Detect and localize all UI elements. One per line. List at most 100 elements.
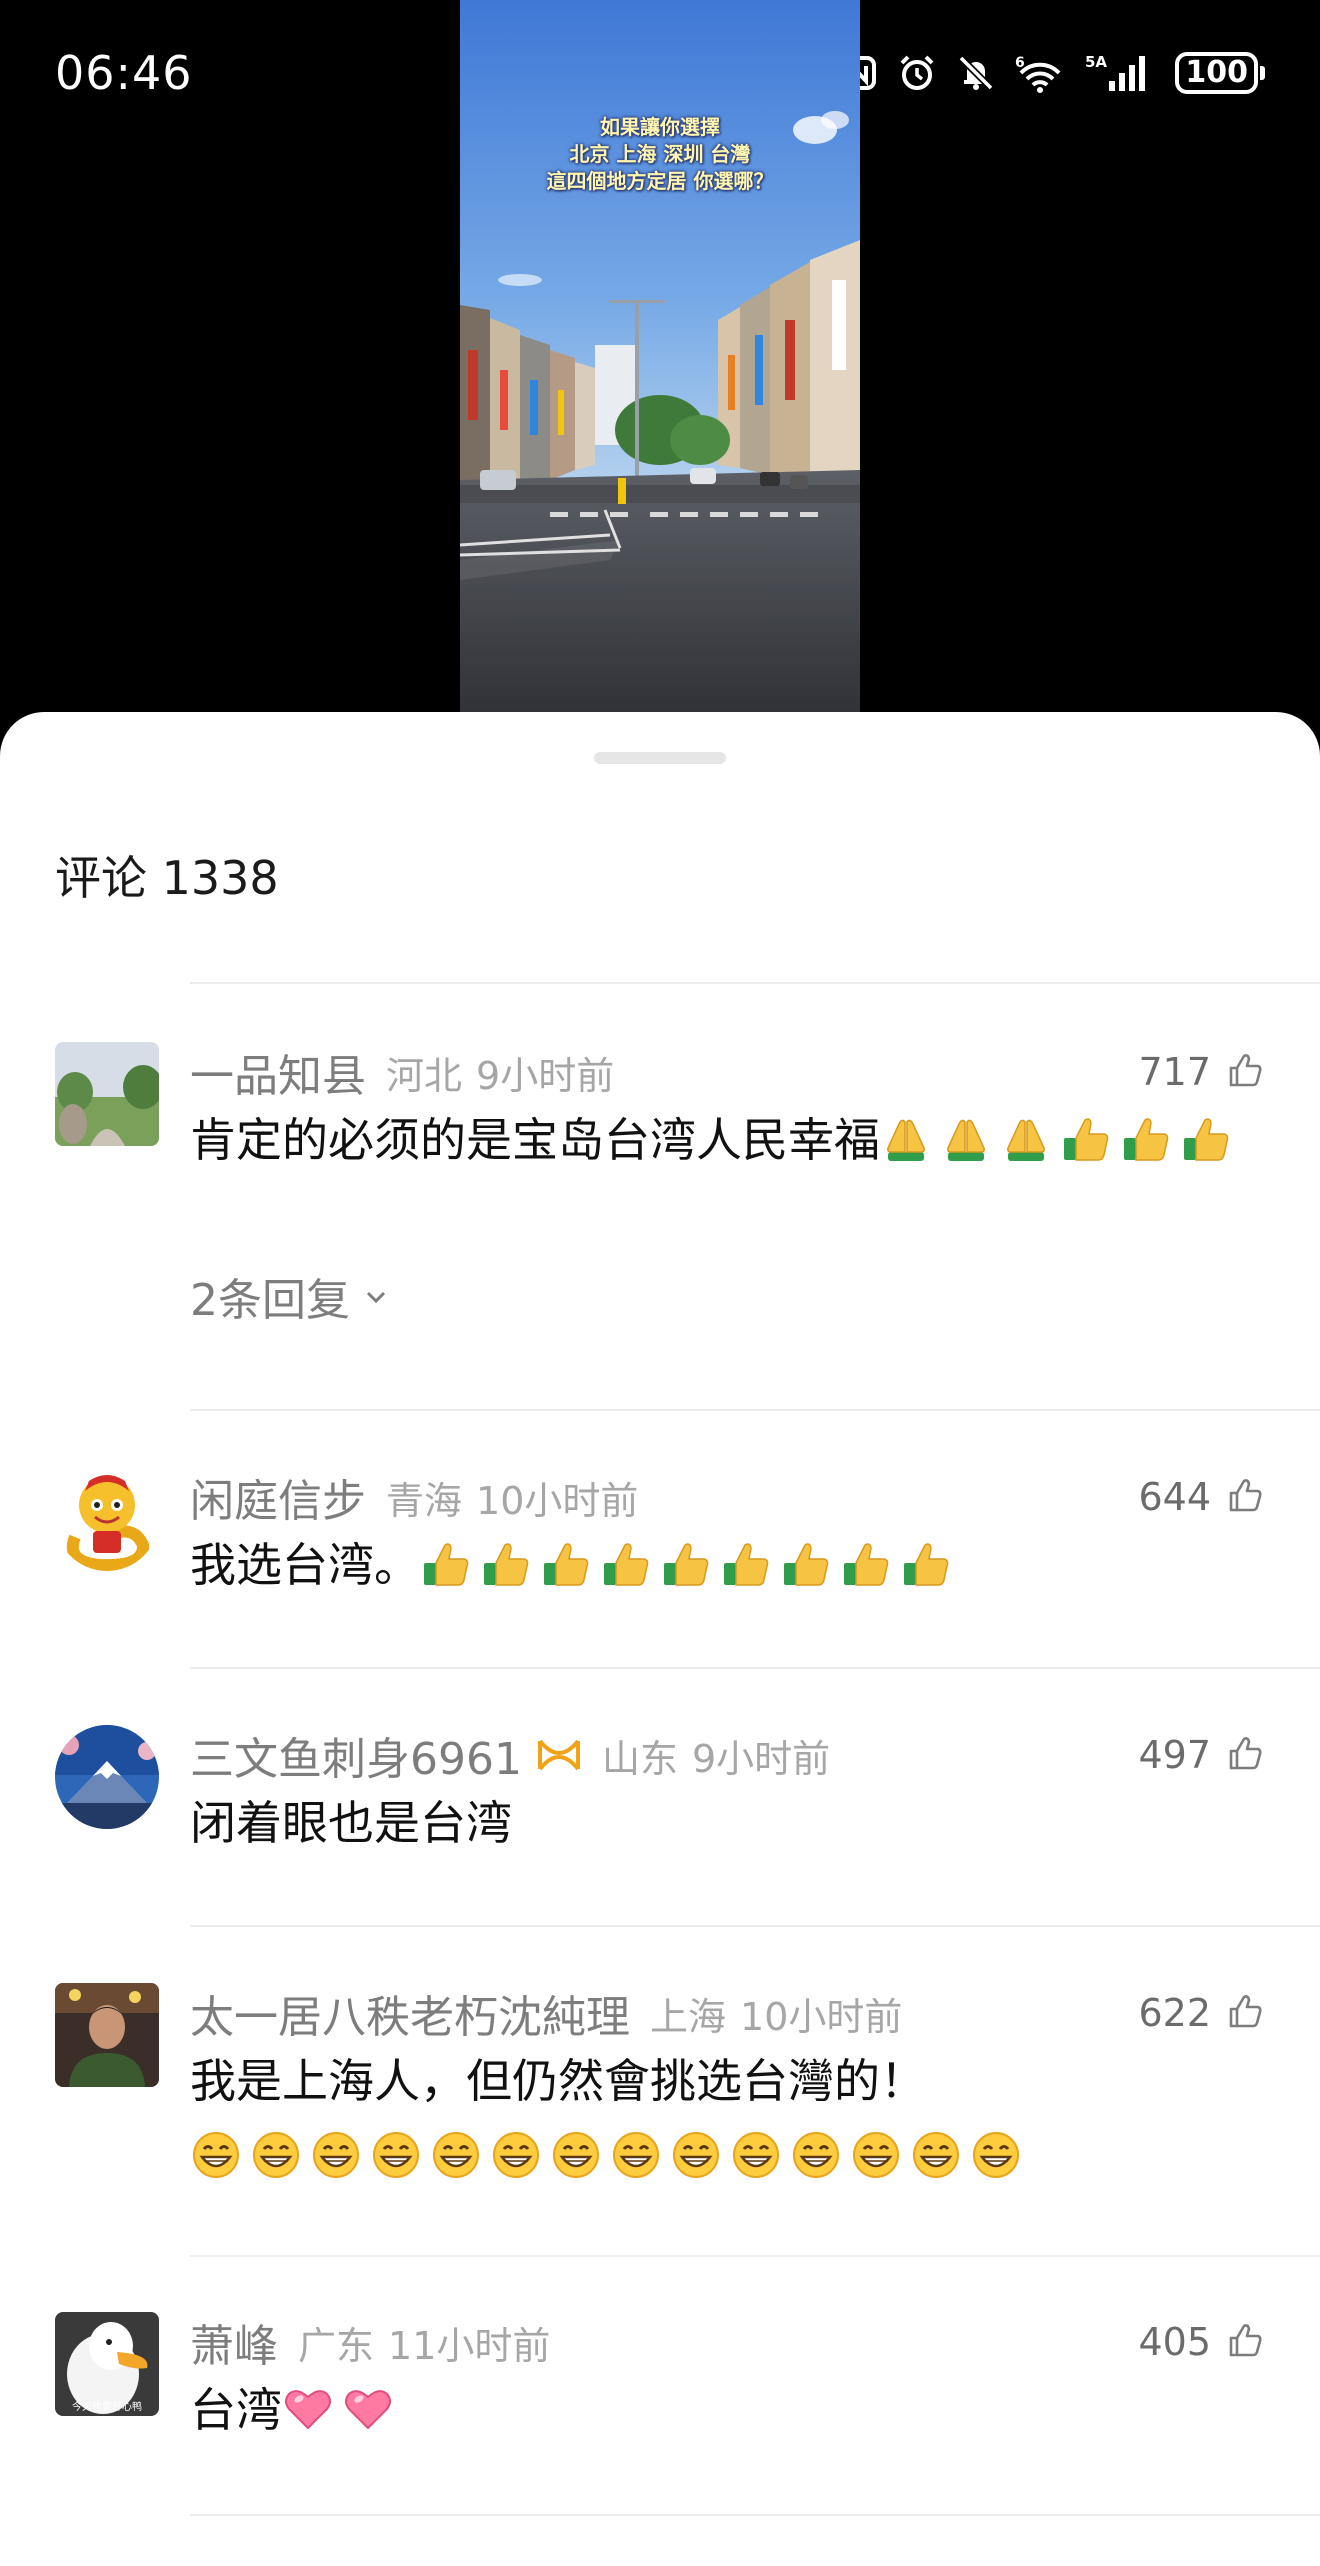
member-badge-icon: [536, 1735, 582, 1775]
location: 广东: [298, 2323, 375, 2368]
username[interactable]: 太一居八秩老朽沈純理: [190, 1981, 630, 2045]
comment-text: 肯定的必须的是宝岛台湾人民幸福: [190, 1102, 1265, 1178]
video-player[interactable]: 如果讓你選擇 北京 上海 深圳 台灣 這四個地方定居 你選哪？: [460, 0, 860, 730]
avatar[interactable]: 今天也要开心鸭: [55, 2312, 159, 2416]
location: 青海: [386, 1478, 463, 1523]
grin-emoji-icon: [550, 2129, 602, 2181]
comment-meta: 三文鱼刺身6961 山东 9小时前: [190, 1725, 830, 1785]
thumbs-up-emoji-icon: [660, 1537, 712, 1589]
grin-emoji-icon: [190, 2129, 242, 2181]
avatar[interactable]: [55, 1467, 159, 1571]
timestamp: 11小时前: [388, 2323, 551, 2368]
thumbs-up-emoji-icon: [1060, 1112, 1112, 1164]
comment-meta: 太一居八秩老朽沈純理 上海 10小时前: [190, 1983, 902, 2043]
grin-emoji-icon: [970, 2129, 1022, 2181]
avatar[interactable]: [55, 1983, 159, 2087]
status-time: 06:46: [55, 46, 193, 100]
comment-text-content: 肯定的必须的是宝岛台湾人民幸福: [190, 1113, 880, 1167]
video-caption-line: 北京 上海 深圳 台灣: [569, 142, 751, 166]
thumbs-up-outline-icon: [1225, 1991, 1265, 2035]
emoji-group: [282, 2383, 402, 2437]
grin-emoji-icon: [910, 2129, 962, 2181]
location: 山东: [601, 1736, 678, 1781]
pray-emoji-icon: [880, 1112, 932, 1164]
like-count: 622: [1138, 1991, 1211, 2035]
thumbs-up-emoji-icon: [780, 1537, 832, 1589]
video-caption-line: 這四個地方定居 你選哪？: [546, 169, 774, 193]
pray-emoji-icon: [940, 1112, 992, 1164]
divider: [190, 1409, 1320, 1411]
replies-label: 2条回复: [190, 1275, 350, 1326]
heart-emoji-icon: [282, 2382, 334, 2434]
chevron-down-icon: [362, 1271, 390, 1322]
thumbs-up-outline-icon: [1225, 1475, 1265, 1519]
divider: [190, 2514, 1320, 2516]
comment-text-content: 我是上海人，但仍然會挑选台灣的！: [190, 2054, 926, 2108]
battery-level: 100: [1175, 52, 1258, 94]
svg-text:5A: 5A: [1085, 53, 1107, 71]
grin-emoji-icon: [490, 2129, 542, 2181]
timestamp: 10小时前: [476, 1478, 639, 1523]
comment-meta: 一品知县 河北 9小时前: [190, 1042, 614, 1102]
divider: [190, 1925, 1320, 1927]
divider: [190, 1667, 1320, 1669]
username[interactable]: 闲庭信步: [190, 1465, 366, 1529]
status-icons: 6 5A 100: [841, 52, 1265, 94]
street-scene-image: [460, 0, 860, 730]
emoji-group: [420, 1538, 960, 1592]
like-count: 405: [1138, 2320, 1211, 2364]
thumbs-up-emoji-icon: [480, 1537, 532, 1589]
view-replies-button[interactable]: 2条回复: [190, 1264, 390, 1328]
comment-meta: 萧峰 广东 11小时前: [190, 2312, 550, 2372]
location: 河北: [386, 1053, 463, 1098]
divider: [190, 2255, 1320, 2257]
like-button[interactable]: 644: [1138, 1467, 1265, 1527]
like-button[interactable]: 497: [1138, 1725, 1265, 1785]
comment-text-content: 我选台湾。: [190, 1538, 420, 1592]
comments-sheet: 评论 1338 一品知县 河北 9小时前 717 肯定的必须的是宝岛台湾人民幸福: [0, 712, 1320, 2566]
grin-emoji-icon: [670, 2129, 722, 2181]
pray-emoji-icon: [1000, 1112, 1052, 1164]
comment-text: 我选台湾。: [190, 1527, 1265, 1603]
thumbs-up-outline-icon: [1225, 1050, 1265, 1094]
timestamp: 9小时前: [692, 1736, 831, 1781]
avatar[interactable]: [55, 1725, 159, 1829]
grin-emoji-icon: [790, 2129, 842, 2181]
grin-emoji-icon: [310, 2129, 362, 2181]
like-count: 644: [1138, 1475, 1211, 1519]
comment-text: 台湾: [190, 2372, 1265, 2448]
mute-bell-icon: [957, 54, 995, 92]
battery-icon: 100: [1175, 52, 1265, 94]
comment-text: 我是上海人，但仍然會挑选台灣的！: [190, 2043, 1265, 2195]
like-count: 497: [1138, 1733, 1211, 1777]
grin-emoji-icon: [610, 2129, 662, 2181]
heart-emoji-icon: [342, 2382, 394, 2434]
username[interactable]: 一品知县: [190, 1040, 366, 1104]
comment-text-content: 闭着眼也是台湾: [190, 1796, 512, 1850]
username[interactable]: 萧峰: [190, 2310, 278, 2374]
thumbs-up-emoji-icon: [600, 1537, 652, 1589]
thumbs-up-emoji-icon: [420, 1537, 472, 1589]
username[interactable]: 三文鱼刺身6961: [190, 1723, 522, 1787]
timestamp: 10小时前: [740, 1994, 903, 2039]
avatar-caption: 今天也要开心鸭: [72, 2400, 142, 2413]
emoji-group: [190, 2130, 1030, 2184]
video-caption-line: 如果讓你選擇: [600, 115, 720, 139]
thumbs-up-emoji-icon: [900, 1537, 952, 1589]
thumbs-up-emoji-icon: [840, 1537, 892, 1589]
timestamp: 9小时前: [476, 1053, 615, 1098]
like-button[interactable]: 717: [1138, 1042, 1265, 1102]
comment-text: 闭着眼也是台湾: [190, 1785, 1265, 1861]
like-button[interactable]: 622: [1138, 1983, 1265, 2043]
comment-meta: 闲庭信步 青海 10小时前: [190, 1467, 638, 1527]
like-button[interactable]: 405: [1138, 2312, 1265, 2372]
thumbs-up-outline-icon: [1225, 2320, 1265, 2364]
avatar[interactable]: [55, 1042, 159, 1146]
thumbs-up-emoji-icon: [1180, 1112, 1232, 1164]
divider: [190, 982, 1320, 984]
sheet-drag-handle[interactable]: [594, 752, 726, 764]
like-count: 717: [1138, 1050, 1211, 1094]
thumbs-up-outline-icon: [1225, 1733, 1265, 1777]
wifi-6-icon: 6: [1015, 53, 1065, 93]
grin-emoji-icon: [430, 2129, 482, 2181]
